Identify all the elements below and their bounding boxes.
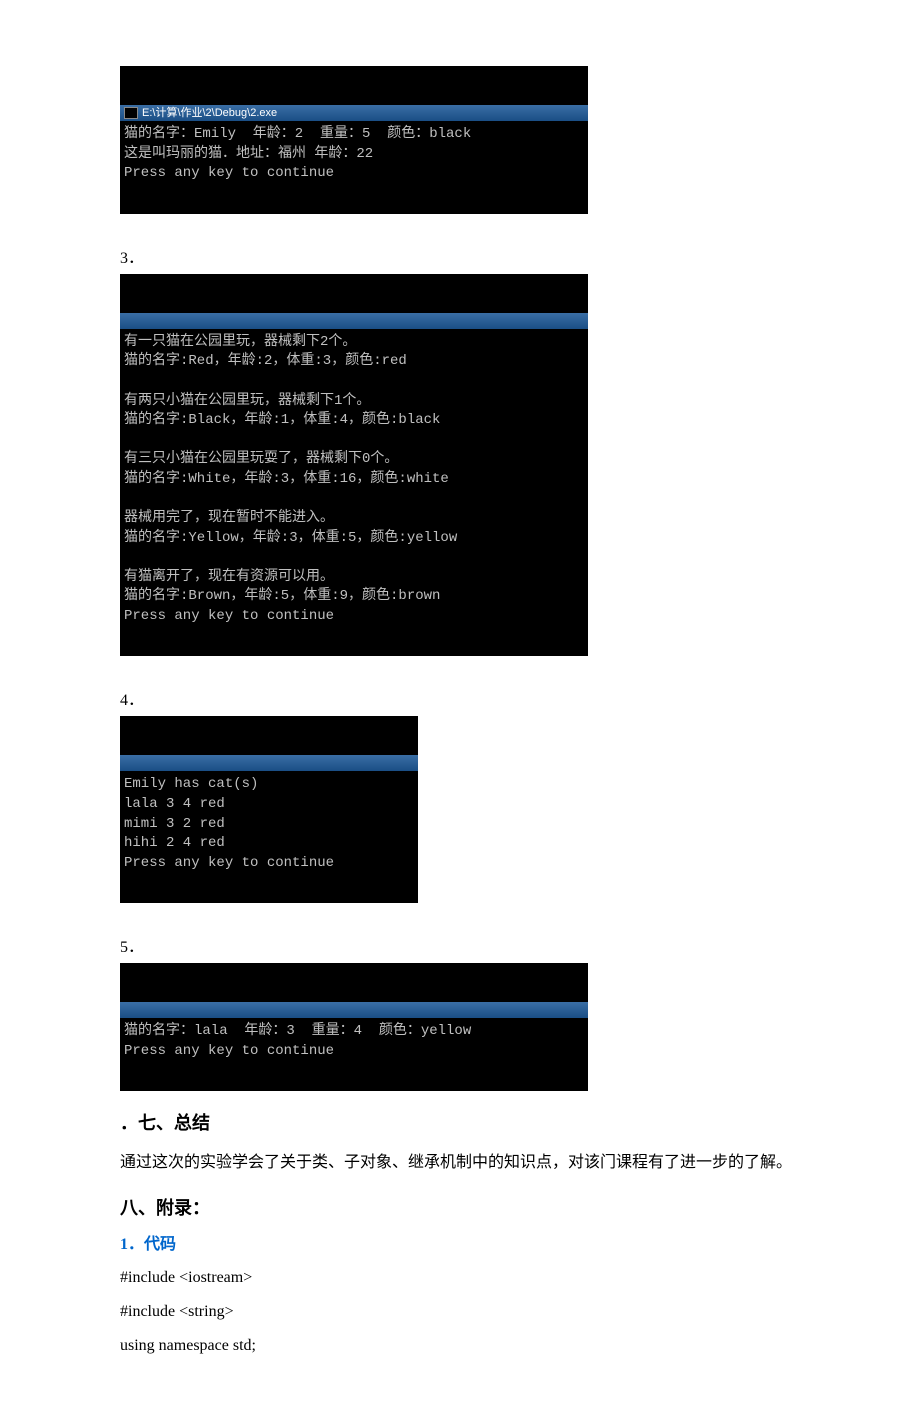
console-line: 有两只小猫在公园里玩，器械剩下1个。 xyxy=(124,393,370,409)
console-line: 有一只猫在公园里玩，器械剩下2个。 xyxy=(124,334,356,350)
item-number-4: 4． xyxy=(120,686,800,710)
console-output-3: 有一只猫在公园里玩，器械剩下2个。 猫的名字:Red，年龄:2，体重:3，颜色:… xyxy=(120,274,588,657)
console-title-text: E:\计算\作业\2\Debug\2.exe xyxy=(142,107,277,119)
item-number-3: 3． xyxy=(120,244,800,268)
console-line: 有三只小猫在公园里玩耍了，器械剩下0个。 xyxy=(124,451,398,467)
console-line: lala 3 4 red xyxy=(124,796,225,812)
console-line: 猫的名字:Yellow，年龄:3，体重:5，颜色:yellow xyxy=(124,530,457,546)
console-line: 猫的名字:Red，年龄:2，体重:3，颜色:red xyxy=(124,353,407,369)
item-number-5: 5． xyxy=(120,933,800,957)
console-line: Press any key to continue xyxy=(124,608,334,624)
console-output-5: 猫的名字：lala 年龄：3 重量：4 颜色：yellow Press any … xyxy=(120,963,588,1091)
cmd-icon xyxy=(124,107,138,119)
console-line: Press any key to continue xyxy=(124,1043,334,1059)
console-titlebar xyxy=(120,1002,588,1018)
console-output-4: Emily has cat(s) lala 3 4 red mimi 3 2 r… xyxy=(120,716,418,903)
document-page: E:\计算\作业\2\Debug\2.exe 猫的名字：Emily 年龄：2 重量… xyxy=(0,0,920,1424)
console-line: 猫的名字:Black，年龄:1，体重:4，颜色:black xyxy=(124,412,440,428)
console-line: 这是叫玛丽的猫．地址：福州 年龄：22 xyxy=(124,146,373,162)
code-line: #include <string> xyxy=(120,1296,800,1328)
console-line: 猫的名字:Brown，年龄:5，体重:9，颜色:brown xyxy=(124,588,440,604)
console-line: Press any key to continue xyxy=(124,855,334,871)
code-line: #include <iostream> xyxy=(120,1262,800,1294)
section-7-title: ．七、总结 xyxy=(120,1109,800,1135)
console-line: 猫的名字：Emily 年龄：2 重量：5 颜色：black xyxy=(124,126,471,142)
console-titlebar xyxy=(120,755,418,771)
console-output-2: E:\计算\作业\2\Debug\2.exe 猫的名字：Emily 年龄：2 重量… xyxy=(120,66,588,214)
section-7-paragraph: 通过这次的实验学会了关于类、子对象、继承机制中的知识点，对该门课程有了进一步的了… xyxy=(120,1145,800,1180)
console-line: mimi 3 2 red xyxy=(124,816,225,832)
console-line: 猫的名字：lala 年龄：3 重量：4 颜色：yellow xyxy=(124,1023,471,1039)
console-line: 有猫离开了，现在有资源可以用。 xyxy=(124,569,334,585)
console-titlebar xyxy=(120,313,588,329)
console-line: 器械用完了，现在暂时不能进入。 xyxy=(124,510,334,526)
code-line: using namespace std; xyxy=(120,1330,800,1362)
console-line: Press any key to continue xyxy=(124,165,334,181)
console-titlebar: E:\计算\作业\2\Debug\2.exe xyxy=(120,105,588,121)
console-line: hihi 2 4 red xyxy=(124,835,225,851)
section-8-title: 八、附录： xyxy=(120,1194,800,1220)
console-line: 猫的名字:White，年龄:3，体重:16，颜色:white xyxy=(124,471,449,487)
code-heading: 1．代码 xyxy=(120,1230,800,1254)
console-line: Emily has cat(s) xyxy=(124,776,258,792)
